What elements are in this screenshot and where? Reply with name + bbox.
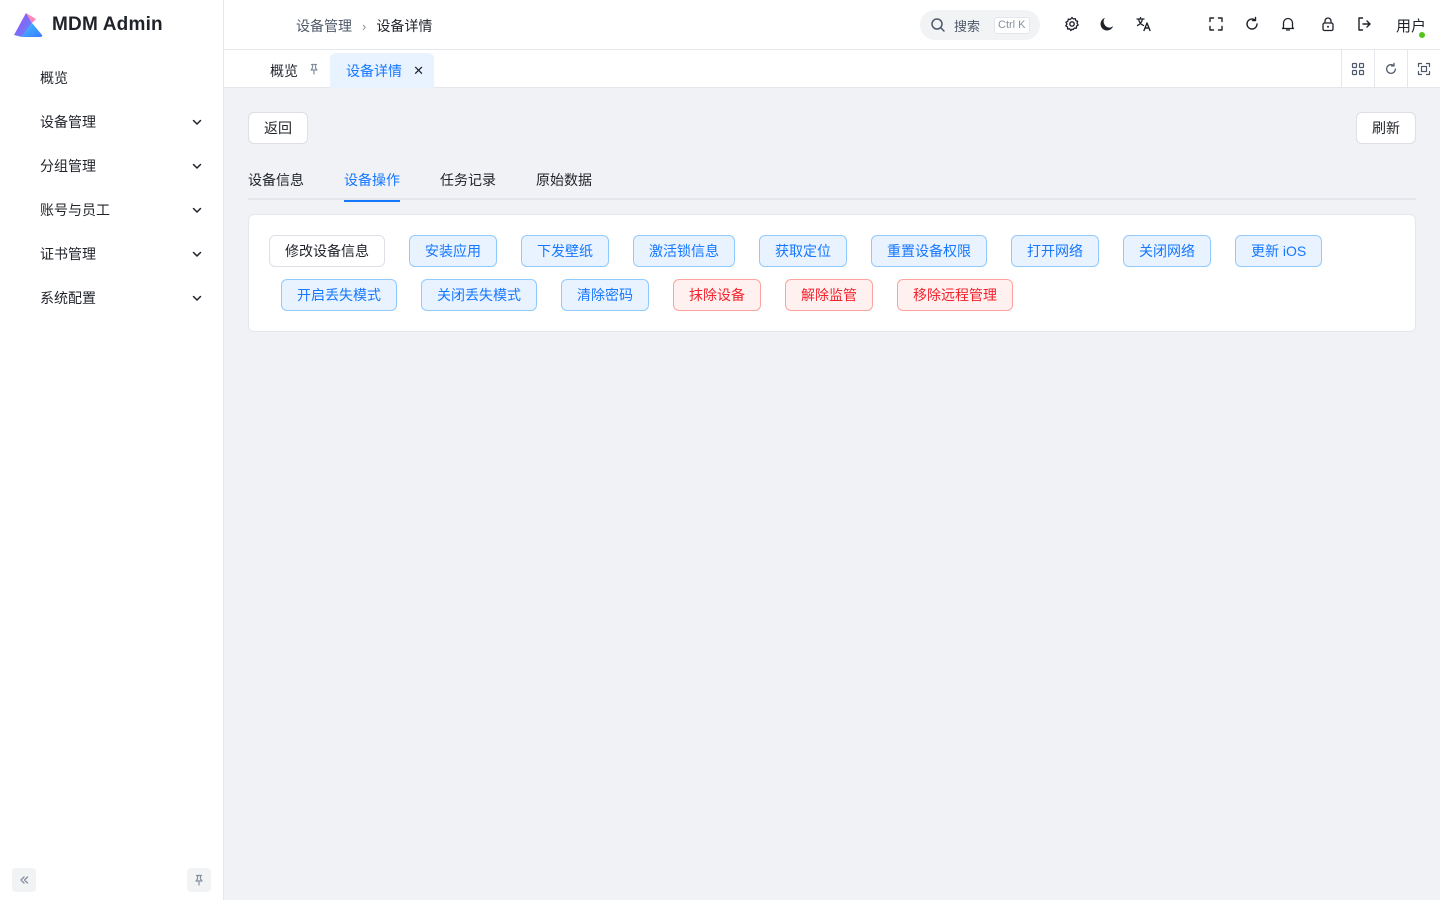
lock-icon[interactable] [1318,14,1338,34]
sidebar-item-label: 证书管理 [40,246,96,262]
sidebar-item-overview[interactable]: 概览 [0,56,223,100]
sidebar-item-certificates[interactable]: 证书管理 [0,232,223,276]
sidebar-item-accounts[interactable]: 账号与员工 [0,188,223,232]
disable-lost-mode-button[interactable]: 关闭丢失模式 [421,279,537,311]
logo-mark-icon [12,11,44,39]
erase-device-button[interactable]: 抹除设备 [673,279,761,311]
logout-icon[interactable] [1354,14,1374,34]
detail-tabs: 设备信息 设备操作 任务记录 原始数据 [248,168,1416,202]
sidebar-footer [12,868,211,892]
edit-device-info-button[interactable]: 修改设备信息 [269,235,385,267]
reset-permissions-button[interactable]: 重置设备权限 [871,235,987,267]
sidebar-menu: 概览 设备管理 分组管理 账号与员工 证书管理 系统配置 [0,56,223,320]
main-content: 返回 刷新 设备信息 设备操作 任务记录 原始数据 修改设备信息 安装应用 下发… [224,88,1440,900]
close-icon[interactable]: ✕ [413,63,424,79]
app-title: MDM Admin [52,14,163,35]
chevron-down-icon [192,119,202,125]
tab-tools [1341,50,1440,87]
refresh-icon[interactable] [1242,14,1262,34]
tab-device-info[interactable]: 设备信息 [248,168,304,200]
chevron-down-icon [192,163,202,169]
search-shortcut: Ctrl K [994,16,1030,34]
sidebar-item-device-management[interactable]: 设备管理 [0,100,223,144]
tab-bar: 概览 设备详情 ✕ [224,50,1440,88]
chevron-down-icon [192,295,202,301]
update-ios-button[interactable]: 更新 iOS [1235,235,1323,267]
sidebar-item-label: 设备管理 [40,114,96,130]
sidebar-item-label: 概览 [40,70,68,86]
enable-network-button[interactable]: 打开网络 [1011,235,1099,267]
push-wallpaper-button[interactable]: 下发壁纸 [521,235,609,267]
tab-device-detail[interactable]: 设备详情 ✕ [330,53,434,88]
sidebar-item-label: 分组管理 [40,158,96,174]
breadcrumb-item[interactable]: 设备管理 [296,16,352,36]
collapse-sidebar-icon[interactable] [12,868,36,892]
tab-device-operations[interactable]: 设备操作 [344,168,400,202]
moon-icon[interactable] [1097,14,1117,34]
breadcrumb-separator-icon: › [362,18,367,34]
tab-overview[interactable]: 概览 [254,53,332,88]
top-header: 设备管理 › 设备详情 搜索 Ctrl K 用户 [224,0,1440,50]
sidebar-item-system-config[interactable]: 系统配置 [0,276,223,320]
translate-icon[interactable] [1134,14,1154,34]
pin-icon[interactable] [308,63,320,78]
activation-lock-info-button[interactable]: 激活锁信息 [633,235,735,267]
sidebar: MDM Admin 概览 设备管理 分组管理 账号与员工 证书管理 系统配置 [0,0,224,900]
search-icon [931,18,945,32]
install-app-button[interactable]: 安装应用 [409,235,497,267]
sidebar-item-group-management[interactable]: 分组管理 [0,144,223,188]
breadcrumb-item-current: 设备详情 [376,18,433,34]
refresh-button[interactable]: 刷新 [1356,112,1416,144]
tab-raw-data[interactable]: 原始数据 [536,168,592,200]
tab-label: 设备详情 [346,62,402,79]
enable-lost-mode-button[interactable]: 开启丢失模式 [281,279,397,311]
pin-sidebar-icon[interactable] [187,868,211,892]
remove-management-button[interactable]: 移除远程管理 [897,279,1013,311]
tab-label: 概览 [270,62,298,79]
chevron-down-icon [192,207,202,213]
tab-task-records[interactable]: 任务记录 [440,168,496,200]
back-button[interactable]: 返回 [248,112,308,144]
tab-refresh-icon[interactable] [1374,50,1407,87]
clear-passcode-button[interactable]: 清除密码 [561,279,649,311]
gear-icon[interactable] [1062,14,1082,34]
unsupervise-button[interactable]: 解除监管 [785,279,873,311]
user-avatar[interactable]: 用户 [1394,10,1428,40]
logo[interactable]: MDM Admin [12,10,163,40]
grid-icon[interactable] [1341,50,1374,87]
bell-icon[interactable] [1278,14,1298,34]
operations-card: 修改设备信息 安装应用 下发壁纸 激活锁信息 获取定位 重置设备权限 打开网络 … [248,214,1416,332]
maximize-icon[interactable] [1407,50,1440,87]
get-location-button[interactable]: 获取定位 [759,235,847,267]
sidebar-item-label: 账号与员工 [40,202,110,218]
search-placeholder: 搜索 [954,18,981,34]
chevron-down-icon [192,251,202,257]
breadcrumb: 设备管理 › 设备详情 [296,16,432,36]
search-box[interactable]: 搜索 Ctrl K [920,10,1040,40]
fullscreen-icon[interactable] [1206,14,1226,34]
disable-network-button[interactable]: 关闭网络 [1123,235,1211,267]
sidebar-item-label: 系统配置 [40,290,96,306]
online-status-dot [1418,31,1426,39]
